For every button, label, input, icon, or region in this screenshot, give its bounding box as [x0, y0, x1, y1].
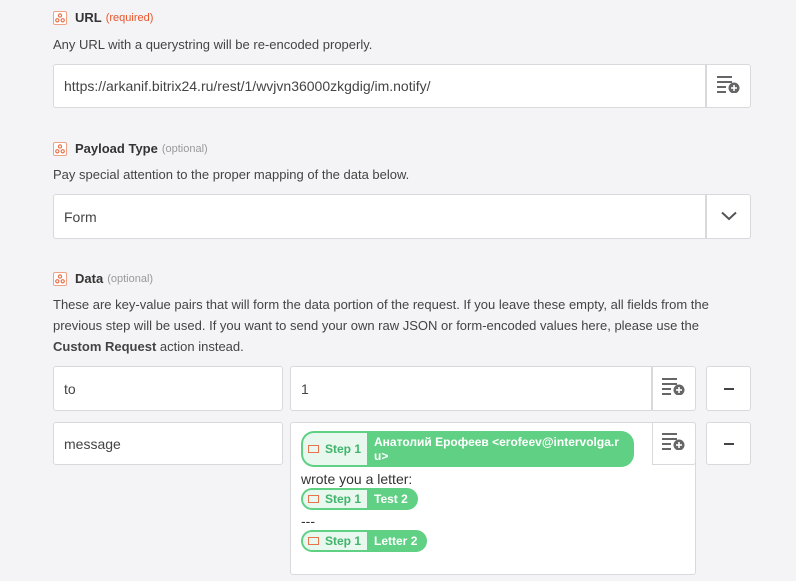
url-input[interactable]: https://arkanif.bitrix24.ru/rest/1/wvjvn… — [53, 64, 706, 108]
url-field-header: URL (required) — [53, 10, 153, 25]
message-separator: --- — [301, 513, 315, 529]
mail-icon — [308, 495, 319, 503]
pill-value: Test 2 — [374, 492, 408, 506]
insert-field-button[interactable] — [652, 422, 696, 465]
data-help-text: These are key-value pairs that will form… — [53, 294, 763, 357]
optional-badge: (optional) — [107, 272, 154, 285]
pill-value: Letter 2 — [374, 534, 418, 548]
pill-value: Анатолий Ерофеев <erofeev@intervolga.r u… — [367, 433, 627, 465]
payload-type-select[interactable]: Form — [53, 194, 706, 239]
mapped-field-pill[interactable]: Step 1 Test 2 — [301, 488, 418, 510]
insert-field-button[interactable] — [652, 366, 696, 411]
mapped-field-pill[interactable]: Step 1 Letter 2 — [301, 530, 428, 552]
step-tag: Step 1 — [303, 490, 368, 508]
data-help-line-1: These are key-value pairs that will form… — [53, 297, 709, 312]
mapped-field-pill[interactable]: Step 1 Анатолий Ерофеев <erofeev@intervo… — [301, 431, 634, 467]
data-field-header: Data (optional) — [53, 271, 153, 286]
action-setup-panel: URL (required) Any URL with a querystrin… — [0, 0, 775, 581]
message-value-input[interactable]: Step 1 Анатолий Ерофеев <erofeev@intervo… — [290, 422, 696, 575]
minus-icon — [723, 387, 734, 390]
pill-value-line: Анатолий Ерофеев <erofeev@intervolga.r — [374, 435, 619, 449]
payload-label: Payload Type — [75, 141, 158, 156]
step-label: Step 1 — [325, 492, 362, 506]
step-tag: Step 1 — [303, 433, 368, 465]
remove-row-button[interactable] — [706, 422, 751, 465]
data-key-input[interactable]: to — [53, 366, 283, 411]
step-label: Step 1 — [325, 534, 362, 548]
insert-field-icon — [662, 432, 686, 455]
zap-app-icon — [53, 271, 67, 286]
insert-field-button[interactable] — [706, 64, 751, 108]
pill-value-line: u> — [374, 449, 389, 463]
mail-icon — [308, 537, 319, 545]
url-label: URL — [75, 10, 102, 25]
optional-badge: (optional) — [161, 142, 208, 155]
data-value-input[interactable]: 1 — [290, 366, 652, 411]
payload-dropdown-button[interactable] — [706, 194, 751, 239]
zap-app-icon — [53, 10, 67, 25]
minus-icon — [723, 442, 734, 445]
message-text: wrote you a letter: — [301, 471, 413, 487]
required-badge: (required) — [105, 11, 154, 24]
payload-help-text: Pay special attention to the proper mapp… — [53, 167, 410, 182]
step-tag: Step 1 — [303, 532, 368, 550]
mail-icon — [308, 445, 319, 453]
remove-row-button[interactable] — [706, 366, 751, 411]
url-help-text: Any URL with a querystring will be re-en… — [53, 37, 373, 52]
data-help-line-2: previous step will be used. If you want … — [53, 318, 700, 333]
data-key-input[interactable]: message — [53, 422, 283, 465]
insert-field-icon — [716, 75, 741, 98]
insert-field-icon — [662, 377, 686, 400]
step-label: Step 1 — [325, 442, 362, 456]
scrollbar-track[interactable] — [775, 0, 796, 581]
data-help-tail: action instead. — [156, 339, 244, 354]
data-help-line-3: Custom Request action instead. — [53, 336, 763, 357]
zap-app-icon — [53, 141, 67, 156]
chevron-down-icon — [720, 208, 737, 226]
payload-field-header: Payload Type (optional) — [53, 141, 208, 156]
data-label: Data — [75, 271, 104, 286]
custom-request-link: Custom Request — [53, 339, 157, 354]
